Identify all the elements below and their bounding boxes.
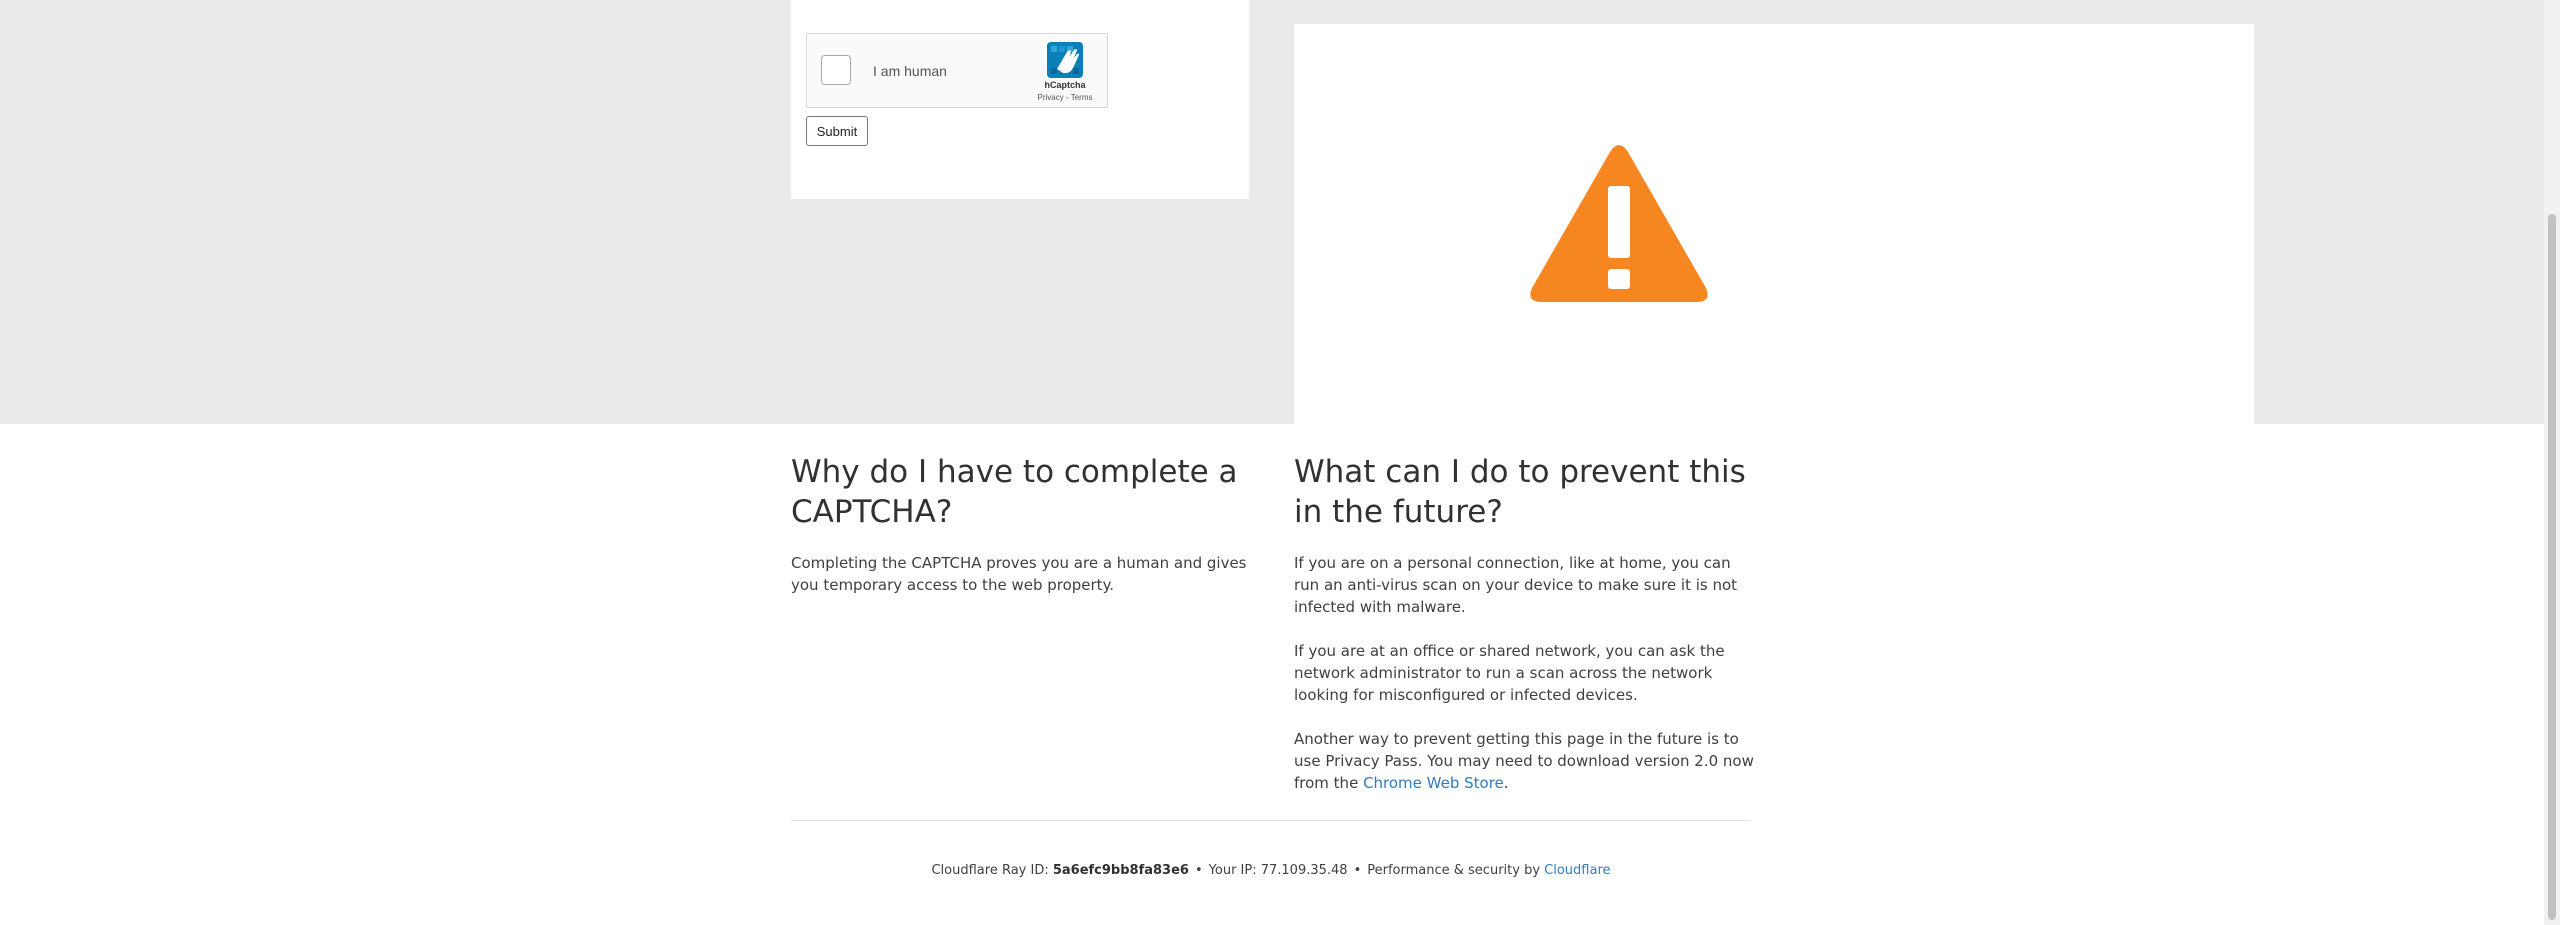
why-body: Completing the CAPTCHA proves you are a … <box>791 554 1247 594</box>
ip-value: 77.109.35.48 <box>1260 863 1348 878</box>
submit-button[interactable]: Submit <box>806 116 868 146</box>
footer: Cloudflare Ray ID: 5a6efc9bb8fa83e6 • Your… <box>791 863 1751 878</box>
warning-triangle-icon <box>1530 145 1708 302</box>
ip-label: Your IP: <box>1208 863 1261 878</box>
page-scrollbar[interactable] <box>2544 0 2560 925</box>
why-heading: Why do I have to complete a CAPTCHA? <box>791 454 1238 530</box>
hcaptcha-widget: I am human hCaptcha Privacy - Terms <box>806 33 1108 108</box>
ray-id-label: Cloudflare Ray ID: <box>931 863 1053 878</box>
paragraph-end: . <box>1503 774 1509 792</box>
footer-bullet: • <box>1194 863 1203 878</box>
footer-divider <box>791 820 1751 821</box>
performance-label: Performance & security by <box>1367 863 1545 878</box>
prevent-paragraph-1: If you are on a personal connection, lik… <box>1294 554 1738 616</box>
prevent-paragraph-2: If you are at an office or shared networ… <box>1294 642 1725 704</box>
scrollbar-thumb[interactable] <box>2548 214 2556 920</box>
human-checkbox[interactable] <box>821 55 851 85</box>
prevent-heading: What can I do to prevent this in the fut… <box>1294 454 1746 530</box>
human-checkbox-label: I am human <box>873 63 947 79</box>
ray-id-value: 5a6efc9bb8fa83e6 <box>1052 863 1189 878</box>
prevent-section: What can I do to prevent this in the fut… <box>1294 452 1754 816</box>
cloudflare-link[interactable]: Cloudflare <box>1544 863 1610 878</box>
terms-link[interactable]: Terms <box>1071 93 1093 102</box>
why-section: Why do I have to complete a CAPTCHA? Com… <box>791 452 1251 618</box>
warning-card <box>1294 24 2254 424</box>
chrome-web-store-link[interactable]: Chrome Web Store <box>1363 774 1504 792</box>
hcaptcha-brand: hCaptcha <box>1044 80 1086 90</box>
hcaptcha-links: Privacy - Terms <box>1025 93 1105 102</box>
hcaptcha-logo-icon <box>1047 42 1083 78</box>
privacy-link[interactable]: Privacy <box>1038 93 1064 102</box>
link-separator: - <box>1063 93 1071 102</box>
footer-bullet: • <box>1353 863 1362 878</box>
prevent-paragraph-3: Another way to prevent getting this page… <box>1294 728 1754 794</box>
